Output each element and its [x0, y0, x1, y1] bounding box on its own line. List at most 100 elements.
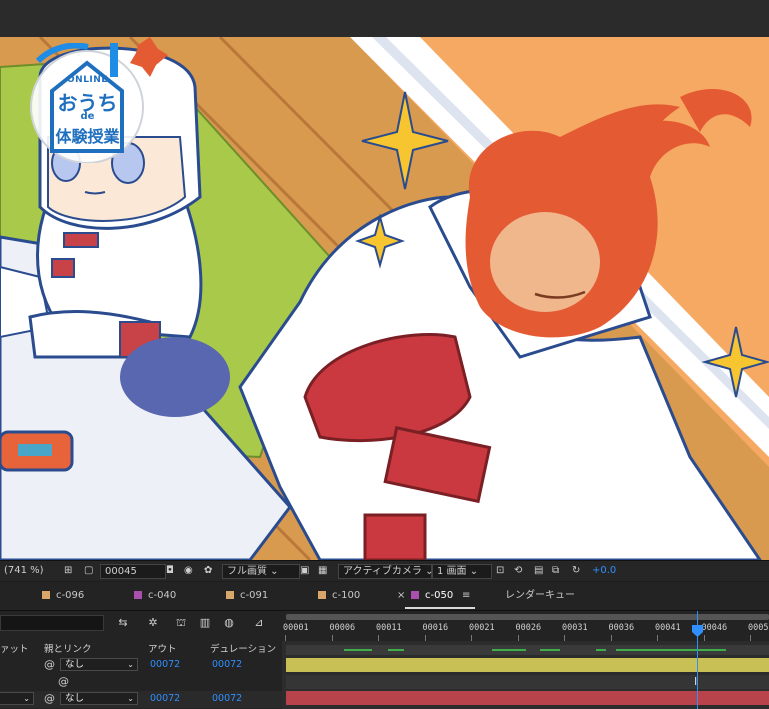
tab-close-icon[interactable]: ×	[397, 582, 405, 610]
marker-segment	[596, 649, 606, 651]
badge-lesson-text: 体験授業	[55, 127, 120, 146]
motion-blur-icon[interactable]: ◍	[222, 616, 236, 630]
marker-segment	[388, 649, 404, 651]
app-top-bar	[0, 0, 769, 37]
table-row: @	[0, 674, 282, 691]
ruler-tick-label: 00001	[283, 623, 309, 633]
parent-select[interactable]: なし ⌄	[60, 692, 138, 705]
views-dropdown[interactable]: 1 画面 ⌄	[432, 564, 492, 579]
marker-segment	[616, 649, 726, 651]
tab-label: c-091	[240, 590, 269, 601]
tab-label: c-096	[56, 590, 85, 601]
composition-viewer[interactable]: ONLINE おうち de 体験授業	[0, 37, 769, 560]
ruler-tick-label: 00021	[469, 623, 495, 633]
playhead-handle-icon[interactable]	[692, 625, 703, 637]
chevron-down-icon: ⌄	[127, 660, 134, 669]
badge-de-text: de	[80, 111, 95, 122]
ruler-tick-label: 00041	[655, 623, 681, 633]
ruler-tick	[657, 635, 658, 641]
col-matte[interactable]: ァット	[0, 641, 29, 655]
tab-render-queue[interactable]: レンダーキュー	[505, 582, 575, 610]
ruler-tick-label: 00011	[376, 623, 402, 633]
col-duration[interactable]: デュレーション	[210, 641, 276, 655]
label-color-swatch	[134, 591, 142, 599]
ruler-tick	[564, 635, 565, 641]
comp-mini-flowchart-icon[interactable]: ⇆	[116, 616, 130, 630]
viewer-toolbar: (741 %) ⊞ ▢ 00045 ◘ ◉ ✿ フル画質 ⌄ ▣ ▦ アクティブ…	[0, 560, 769, 581]
marker-segment	[540, 649, 560, 651]
table-row: ⌄ @ なし ⌄ 00072 00072	[0, 691, 282, 708]
tab-label: c-050	[425, 590, 454, 601]
composition-tabs: c-096 c-040 c-091 c-100 × c-050 ≡ レンダーキュ…	[0, 582, 769, 611]
ruler-tick	[424, 635, 426, 641]
out-value[interactable]: 00072	[150, 693, 180, 704]
parent-value: なし	[65, 659, 85, 670]
ruler-tick	[750, 635, 751, 641]
tab-c-091[interactable]: c-091	[226, 582, 268, 610]
ruler-tick-label: 00051	[748, 623, 769, 633]
shy-layers-icon[interactable]: ⛫	[174, 616, 188, 630]
timeline-icon[interactable]: ▤	[534, 564, 543, 577]
duration-value[interactable]: 00072	[212, 659, 242, 670]
active-tab-indicator	[405, 607, 475, 609]
marker-segment	[492, 649, 526, 651]
fast-preview-icon[interactable]: ⟲	[514, 564, 522, 577]
pickwhip-icon[interactable]: @	[44, 692, 55, 705]
ruler-tick	[378, 635, 379, 641]
col-out[interactable]: アウト	[148, 641, 177, 655]
camera-label: アクティブカメラ	[343, 566, 422, 577]
tab-label: c-040	[148, 590, 177, 601]
label-color-swatch	[411, 591, 419, 599]
region-icon[interactable]: ▣	[300, 564, 309, 577]
snapshot-icon[interactable]: ▢	[84, 564, 93, 577]
tab-label: c-100	[332, 590, 361, 601]
col-parent-link[interactable]: 親とリンク	[44, 641, 92, 655]
ruler-tick	[331, 635, 333, 641]
label-color-swatch	[318, 591, 326, 599]
timeline-panel[interactable]: 00001 00006 00011 00016 00021 00026 00031 00036…	[282, 611, 769, 709]
zoom-dropdown[interactable]: (741 %)	[4, 564, 44, 577]
matte-select[interactable]: ⌄	[0, 692, 34, 705]
tab-c-096[interactable]: c-096	[42, 582, 84, 610]
parent-select[interactable]: なし ⌄	[60, 658, 138, 671]
fit-icon[interactable]: ⊞	[64, 564, 72, 577]
ruler-tick-label: 00006	[329, 623, 356, 633]
tab-c-100[interactable]: c-100	[318, 582, 360, 610]
toggle-pixel-icon[interactable]: ⊡	[496, 564, 504, 577]
badge-online-text: ONLINE	[67, 75, 108, 85]
camera-icon[interactable]: ◘	[166, 564, 174, 577]
duration-value[interactable]: 00072	[212, 693, 242, 704]
views-label: 1 画面	[437, 566, 467, 577]
ruler-tick	[517, 635, 519, 641]
resolution-dropdown[interactable]: フル画質 ⌄	[222, 564, 300, 579]
show-channel-icon[interactable]: ◉	[184, 564, 193, 577]
ruler-tick-label: 00026	[515, 623, 542, 633]
tab-menu-icon[interactable]: ≡	[462, 582, 470, 610]
frame-blending-icon[interactable]: ▥	[198, 616, 212, 630]
ruler-tick	[471, 635, 472, 641]
reset-exposure-icon[interactable]: ↻	[572, 564, 580, 577]
layer-panel: ⇆ ✲ ⛫ ▥ ◍ ⊿ ァット 親とリンク アウト デュレーション @ なし ⌄ …	[0, 611, 282, 709]
current-frame-field[interactable]: 00045	[100, 564, 166, 579]
out-value[interactable]: 00072	[150, 659, 180, 670]
tab-c-050[interactable]: c-050	[411, 582, 453, 610]
transparency-grid-icon[interactable]: ▦	[318, 564, 327, 577]
label-color-swatch	[42, 591, 50, 599]
ruler-tick-label: 00016	[422, 623, 449, 633]
camera-dropdown[interactable]: アクティブカメラ ⌄	[338, 564, 433, 579]
layer-search-input[interactable]	[0, 615, 104, 631]
parent-value: なし	[65, 693, 85, 704]
color-icon[interactable]: ✿	[204, 564, 212, 577]
draft-3d-icon[interactable]: ✲	[146, 616, 160, 630]
resolution-label: フル画質	[227, 566, 267, 577]
ruler-tick-label: 00036	[608, 623, 635, 633]
tab-c-040[interactable]: c-040	[134, 582, 176, 610]
flowchart-icon[interactable]: ⧉	[552, 564, 559, 577]
label-color-swatch	[226, 591, 234, 599]
pickwhip-icon[interactable]: @	[44, 658, 55, 671]
graph-editor-icon[interactable]: ⊿	[252, 616, 266, 630]
online-lesson-badge: ONLINE おうち de 体験授業	[30, 43, 145, 163]
exposure-value[interactable]: +0.0	[592, 564, 616, 577]
pickwhip-icon[interactable]: @	[58, 675, 69, 688]
chevron-down-icon: ⌄	[23, 694, 30, 703]
